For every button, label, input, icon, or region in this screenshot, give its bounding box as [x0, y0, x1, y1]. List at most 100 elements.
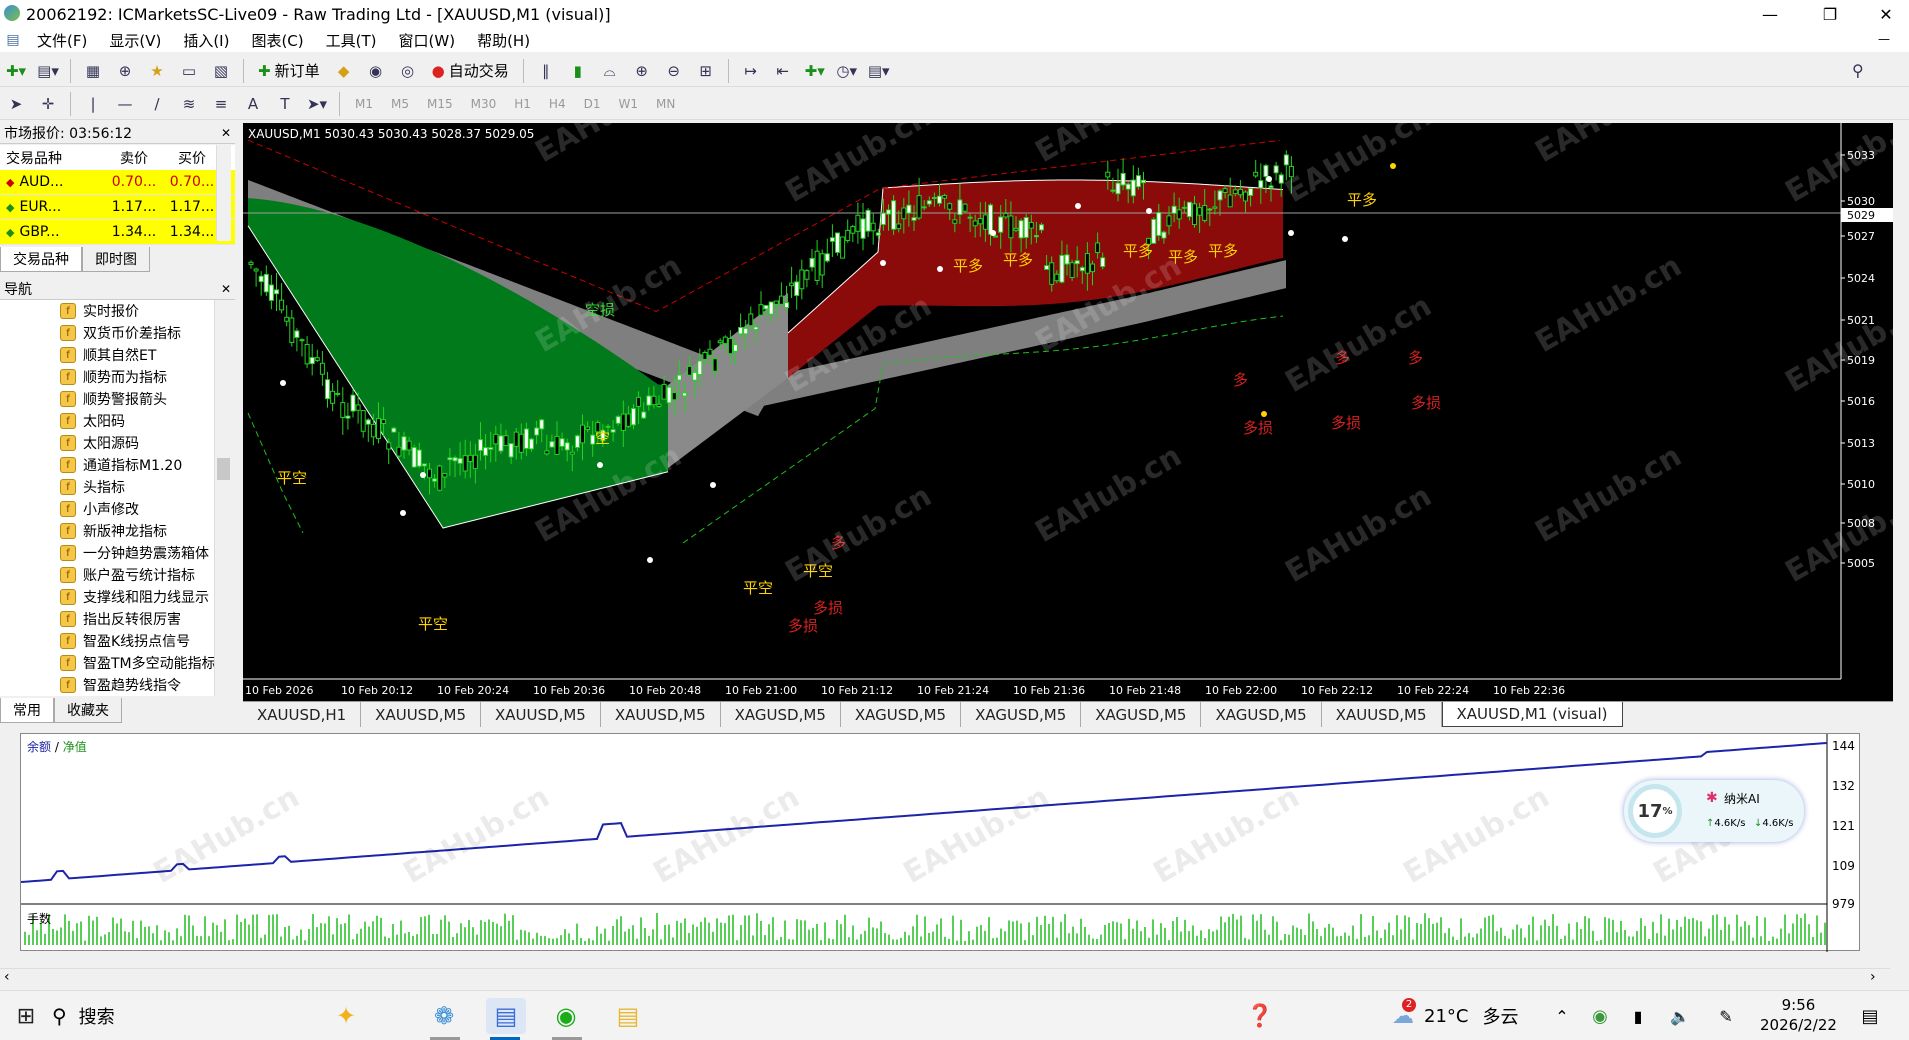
market-watch-row[interactable]: ◆ EUR... 1.17... 1.17...: [0, 195, 235, 220]
timeframe-d1[interactable]: D1: [575, 97, 610, 111]
timeframe-m30[interactable]: M30: [462, 97, 506, 111]
chart-tab[interactable]: XAUUSD,M5: [601, 702, 721, 727]
bar-chart-icon[interactable]: ∥: [532, 57, 560, 85]
navigator-item[interactable]: f 实时报价: [0, 300, 214, 322]
navigator-item[interactable]: f 智盈K线拐点信号: [0, 630, 214, 652]
tester-graph[interactable]: 1441321211099790336494124155185215246276…: [20, 733, 1861, 967]
new-chart-button[interactable]: ✚▾: [2, 57, 30, 85]
navigator-scroll-thumb[interactable]: [217, 458, 230, 480]
col-symbol[interactable]: 交易品种: [0, 148, 100, 168]
timeframe-h4[interactable]: H4: [540, 97, 575, 111]
tester-canvas[interactable]: 1441321211099790336494124155185215246276…: [20, 734, 1861, 967]
fibonacci-icon[interactable]: ≡: [207, 90, 235, 118]
timeframe-w1[interactable]: W1: [609, 97, 647, 111]
timeframe-h1[interactable]: H1: [505, 97, 540, 111]
help-icon[interactable]: ❓: [1240, 998, 1280, 1034]
navigator-item[interactable]: f 顺势警报箭头: [0, 388, 214, 410]
metatrader-app-icon[interactable]: ▤: [486, 998, 526, 1034]
copilot-sparkle-icon[interactable]: ✦: [326, 998, 366, 1034]
cursor-icon[interactable]: ➤: [2, 90, 30, 118]
navigator-item[interactable]: f 太阳码: [0, 410, 214, 432]
timeframe-mn[interactable]: MN: [647, 97, 684, 111]
wechat-app-icon[interactable]: ◉: [546, 998, 586, 1034]
volume-icon[interactable]: 🔈: [1660, 998, 1700, 1034]
price-chart[interactable]: 5033 5030 5029 5027 5024 5021 5019 5016 5013 5010…: [243, 123, 1893, 701]
minimize-button[interactable]: —: [1747, 0, 1793, 28]
navigator-item[interactable]: f 智盈趋势线指令: [0, 674, 214, 696]
navigator-item[interactable]: f 顺势而为指标: [0, 366, 214, 388]
navigator-close-icon[interactable]: ✕: [221, 282, 231, 296]
crosshair-icon[interactable]: ✛: [34, 90, 62, 118]
market-watch-scrollbar[interactable]: [216, 145, 231, 241]
weather-widget[interactable]: ☁ 2 21°C 多云: [1392, 997, 1518, 1029]
periods-button[interactable]: ◷▾: [833, 57, 861, 85]
chart-tab[interactable]: XAUUSD,M5: [1322, 702, 1442, 727]
chart-tab[interactable]: XAUUSD,H1: [243, 702, 362, 727]
chart-tab[interactable]: XAUUSD,M5: [481, 702, 601, 727]
chart-tab[interactable]: XAGUSD,M5: [721, 702, 841, 727]
menu-charts[interactable]: 图表(C): [240, 30, 314, 51]
chart-tab[interactable]: XAUUSD,M5: [361, 702, 481, 727]
timeframe-m1[interactable]: M1: [346, 97, 382, 111]
horizontal-line-icon[interactable]: —: [111, 90, 139, 118]
profiles-button[interactable]: ▤▾: [34, 57, 62, 85]
market-watch-row[interactable]: ◆ AUD... 0.70... 0.70...: [0, 170, 235, 195]
tile-windows-icon[interactable]: ⊞: [692, 57, 720, 85]
document-icon[interactable]: ▤: [0, 32, 26, 48]
crosshair-target-icon[interactable]: ⊕: [111, 57, 139, 85]
chart-tab[interactable]: XAGUSD,M5: [841, 702, 962, 727]
navigator-item[interactable]: f 一分钟趋势震荡箱体: [0, 542, 214, 564]
restore-button[interactable]: ❐: [1807, 0, 1853, 28]
templates-button[interactable]: ▤▾: [865, 57, 893, 85]
notifications-icon[interactable]: ▤: [1850, 998, 1890, 1034]
zoom-in-icon[interactable]: ⊕: [628, 57, 656, 85]
pen-icon[interactable]: ✎: [1706, 998, 1746, 1034]
signals-icon[interactable]: ◉: [362, 57, 390, 85]
col-bid[interactable]: 卖价: [100, 148, 168, 168]
text-icon[interactable]: A: [239, 90, 267, 118]
chart-tab[interactable]: XAUUSD,M1 (visual): [1441, 702, 1623, 727]
auto-scroll-icon[interactable]: ↦: [737, 57, 765, 85]
arrows-icon[interactable]: ➤▾: [303, 90, 331, 118]
horizontal-scrollbar[interactable]: ‹ ›: [0, 968, 1890, 988]
chart-tab[interactable]: XAGUSD,M5: [961, 702, 1082, 727]
tray-app-icon[interactable]: ◉: [1580, 998, 1620, 1034]
windows-start-icon[interactable]: ⊞: [6, 998, 46, 1034]
indicators-button[interactable]: ✚▾: [801, 57, 829, 85]
navigator-item[interactable]: f 通道指标M1.20: [0, 454, 214, 476]
taskbar-search[interactable]: ⚲ 搜索: [52, 1003, 115, 1029]
file-explorer-icon[interactable]: ▤: [608, 998, 648, 1034]
menu-tools[interactable]: 工具(T): [315, 30, 388, 51]
navigator-item[interactable]: f 双货币价差指标: [0, 322, 214, 344]
navigator-toggle-icon[interactable]: ▭: [175, 57, 203, 85]
menu-window[interactable]: 窗口(W): [388, 30, 467, 51]
meta-editor-icon[interactable]: ◆: [330, 57, 358, 85]
community-icon[interactable]: ◎: [394, 57, 422, 85]
chart-tab[interactable]: XAGUSD,M5: [1081, 702, 1202, 727]
clock[interactable]: 9:56 2026/2/22: [1760, 995, 1837, 1035]
line-chart-icon[interactable]: ⌓: [596, 57, 624, 85]
tab-symbols[interactable]: 交易品种: [0, 247, 82, 272]
tray-chevron-icon[interactable]: ⌃: [1542, 998, 1582, 1034]
navigator-item[interactable]: f 支撑线和阻力线显示: [0, 586, 214, 608]
menu-view[interactable]: 显示(V): [98, 30, 172, 51]
navigator-item[interactable]: f 头指标: [0, 476, 214, 498]
menu-minimize-icon[interactable]: —: [1878, 32, 1890, 46]
new-order-button[interactable]: ✚ 新订单: [252, 57, 326, 85]
navigator-item[interactable]: f 顺其自然ET: [0, 344, 214, 366]
text-label-icon[interactable]: T: [271, 90, 299, 118]
channel-icon[interactable]: ≋: [175, 90, 203, 118]
market-watch-toggle-icon[interactable]: ▦: [79, 57, 107, 85]
candlestick-chart-icon[interactable]: ▮: [564, 57, 592, 85]
close-button[interactable]: ✕: [1863, 0, 1909, 28]
chart-canvas[interactable]: 5033503050295027502450215019501650135010…: [243, 123, 1893, 701]
menu-file[interactable]: 文件(F): [26, 30, 98, 51]
menu-help[interactable]: 帮助(H): [466, 30, 541, 51]
auto-trading-button[interactable]: ● 自动交易: [426, 57, 515, 85]
search-icon[interactable]: ⚲: [1852, 61, 1864, 80]
strategy-tester-icon[interactable]: ▧: [207, 57, 235, 85]
tab-tick-chart[interactable]: 即时图: [82, 247, 150, 272]
tab-common[interactable]: 常用: [0, 698, 54, 723]
scroll-right-icon[interactable]: ›: [1870, 969, 1876, 985]
navigator-item[interactable]: f 小声修改: [0, 498, 214, 520]
